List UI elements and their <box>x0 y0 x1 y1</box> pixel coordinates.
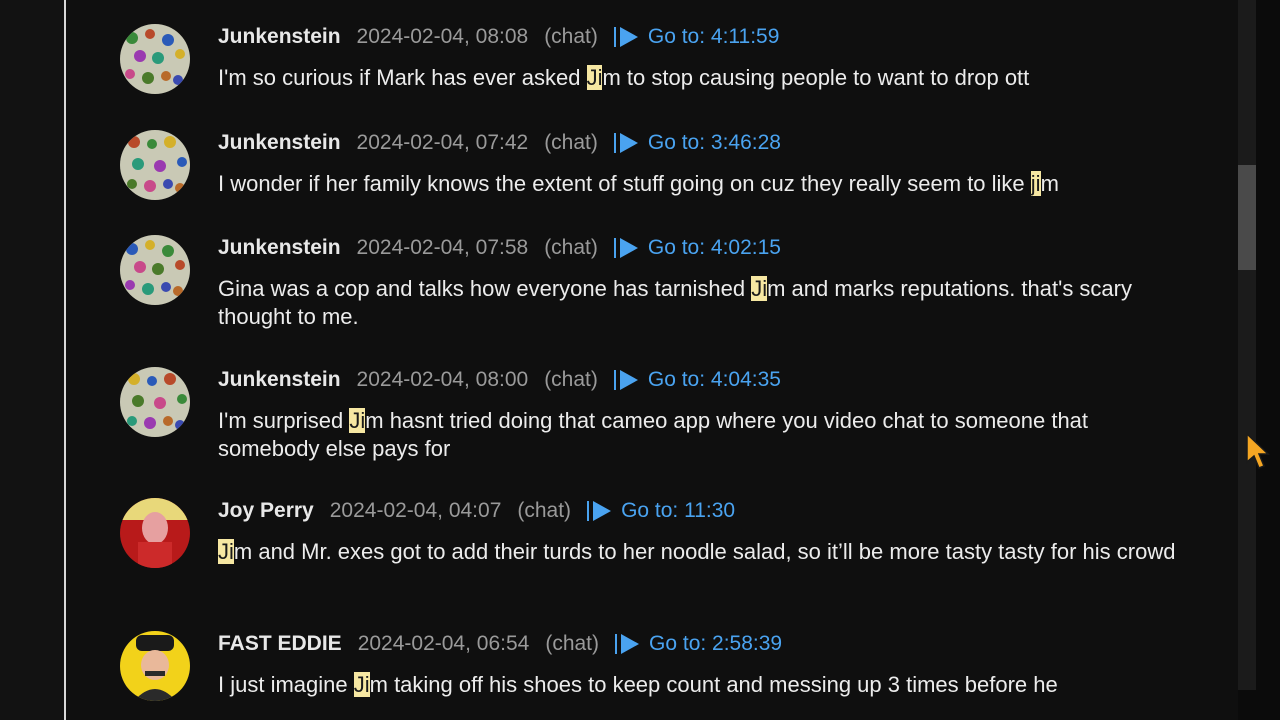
message-text: I'm so curious if Mark has ever asked Ji… <box>218 64 1188 92</box>
scrollbar-track[interactable] <box>1238 0 1256 690</box>
message-source: (chat) <box>544 236 598 259</box>
message-date: 2024-02-04, 07:42 <box>356 131 529 154</box>
goto-timestamp-link[interactable]: Go to: 4:11:59 <box>613 25 780 49</box>
avatar[interactable] <box>120 235 190 305</box>
play-bar-icon <box>615 634 618 654</box>
author-name[interactable]: Joy Perry <box>218 499 314 523</box>
goto-label: Go to: 11:30 <box>621 499 736 522</box>
goto-timestamp-link[interactable]: Go to: 4:02:15 <box>613 236 781 260</box>
play-icon <box>621 634 640 654</box>
message-text: Jim and Mr. exes got to add their turds … <box>218 538 1188 566</box>
author-name[interactable]: FAST EDDIE <box>218 632 342 656</box>
left-gutter <box>0 0 64 720</box>
play-bar-icon <box>587 501 590 521</box>
message-date: 2024-02-04, 07:58 <box>356 236 529 259</box>
message-date: 2024-02-04, 06:54 <box>357 632 530 655</box>
play-icon <box>619 370 638 390</box>
play-icon <box>619 133 638 153</box>
play-icon <box>619 238 638 258</box>
avatar[interactable] <box>120 24 190 94</box>
message-source: (chat) <box>544 25 598 48</box>
chat-results-panel[interactable]: Junkenstein 2024-02-04, 08:08 (chat) Go … <box>66 0 1238 720</box>
goto-timestamp-link[interactable]: Go to: 4:04:35 <box>613 368 781 392</box>
message-text: Gina was a cop and talks how everyone ha… <box>218 275 1188 331</box>
message-text: I just imagine Jim taking off his shoes … <box>218 671 1188 699</box>
message-date: 2024-02-04, 08:00 <box>356 368 529 391</box>
search-highlight: Ji <box>353 672 370 697</box>
goto-label: Go to: 4:02:15 <box>647 236 781 259</box>
avatar[interactable] <box>120 367 190 437</box>
avatar[interactable] <box>120 130 190 200</box>
author-name[interactable]: Junkenstein <box>218 25 341 49</box>
text-before: I wonder if her family knows the extent … <box>218 171 1031 196</box>
author-name[interactable]: Junkenstein <box>218 368 341 392</box>
avatar[interactable] <box>120 498 190 568</box>
play-bar-icon <box>613 133 616 153</box>
mouse-cursor-icon <box>1246 432 1270 469</box>
play-bar-icon <box>613 238 616 258</box>
chat-message: Joy Perry 2024-02-04, 04:07 (chat) Go to… <box>120 498 1230 608</box>
goto-timestamp-link[interactable]: Go to: 2:58:39 <box>615 632 782 656</box>
message-meta: Junkenstein 2024-02-04, 08:08 (chat) Go … <box>218 24 779 50</box>
scrollbar-thumb[interactable] <box>1238 165 1256 270</box>
message-source: (chat) <box>517 499 572 522</box>
text-after: m <box>1040 171 1059 196</box>
text-after: m taking off his shoes to keep count and… <box>369 672 1058 697</box>
message-source: (chat) <box>545 632 600 655</box>
goto-label: Go to: 4:04:35 <box>647 368 781 391</box>
message-meta: FAST EDDIE 2024-02-04, 06:54 (chat) Go t… <box>218 631 782 657</box>
author-name[interactable]: Junkenstein <box>218 236 341 260</box>
search-highlight: Ji <box>218 539 234 564</box>
message-meta: Joy Perry 2024-02-04, 04:07 (chat) Go to… <box>218 498 735 524</box>
chat-message: FAST EDDIE 2024-02-04, 06:54 (chat) Go t… <box>120 631 1230 720</box>
author-name[interactable]: Junkenstein <box>218 131 341 155</box>
search-highlight: Ji <box>586 65 603 90</box>
message-source: (chat) <box>544 368 598 391</box>
message-meta: Junkenstein 2024-02-04, 08:00 (chat) Go … <box>218 367 781 393</box>
search-highlight: Ji <box>349 408 366 433</box>
text-after: m to stop causing people to want to drop… <box>602 65 1030 90</box>
goto-label: Go to: 3:46:28 <box>647 131 781 154</box>
text-before: I just imagine <box>218 672 354 697</box>
text-before: Gina was a cop and talks how everyone ha… <box>218 276 752 301</box>
text-after: m and Mr. exes got to add their turds to… <box>233 539 1176 564</box>
goto-timestamp-link[interactable]: Go to: 3:46:28 <box>613 131 781 155</box>
chat-message: Junkenstein 2024-02-04, 08:00 (chat) Go … <box>120 367 1230 477</box>
chat-message: Junkenstein 2024-02-04, 07:58 (chat) Go … <box>120 235 1230 345</box>
search-highlight: Ji <box>751 276 768 301</box>
message-text: I'm surprised Jim hasnt tried doing that… <box>218 407 1188 463</box>
right-gutter <box>1256 0 1280 720</box>
text-before: I'm so curious if Mark has ever asked <box>218 65 587 90</box>
goto-label: Go to: 4:11:59 <box>647 25 780 48</box>
message-date: 2024-02-04, 08:08 <box>356 25 529 48</box>
message-meta: Junkenstein 2024-02-04, 07:42 (chat) Go … <box>218 130 781 156</box>
message-date: 2024-02-04, 04:07 <box>329 499 502 522</box>
chat-message: Junkenstein 2024-02-04, 07:42 (chat) Go … <box>120 130 1230 210</box>
play-icon <box>619 27 638 47</box>
text-before: I'm surprised <box>218 408 350 433</box>
chat-message: Junkenstein 2024-02-04, 08:08 (chat) Go … <box>120 24 1230 104</box>
message-meta: Junkenstein 2024-02-04, 07:58 (chat) Go … <box>218 235 781 261</box>
message-source: (chat) <box>544 131 598 154</box>
message-text: I wonder if her family knows the extent … <box>218 170 1188 198</box>
goto-timestamp-link[interactable]: Go to: 11:30 <box>587 499 735 523</box>
play-icon <box>593 501 612 521</box>
search-highlight: ji <box>1030 171 1041 196</box>
avatar[interactable] <box>120 631 190 701</box>
play-bar-icon <box>613 370 616 390</box>
play-bar-icon <box>613 27 616 47</box>
app-frame: Junkenstein 2024-02-04, 08:08 (chat) Go … <box>0 0 1280 720</box>
goto-label: Go to: 2:58:39 <box>649 632 783 655</box>
